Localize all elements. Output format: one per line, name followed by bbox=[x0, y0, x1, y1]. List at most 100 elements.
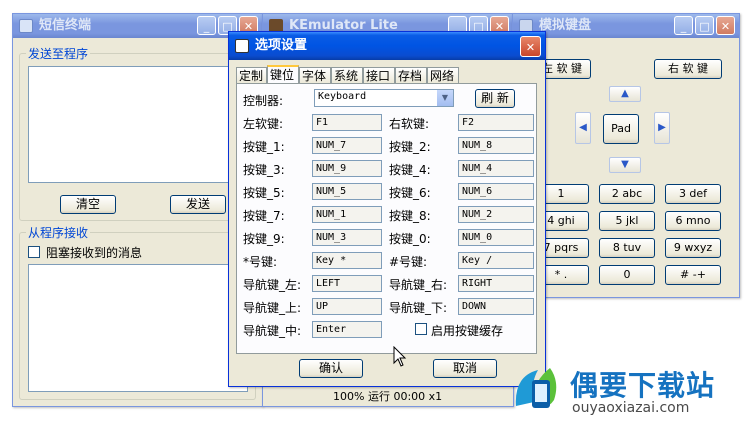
pad-center-button[interactable]: Pad bbox=[603, 114, 639, 144]
tab-save[interactable]: 存档 bbox=[395, 67, 427, 83]
chevron-right-icon: ▶ bbox=[658, 122, 666, 133]
options-window-controls: ✕ bbox=[520, 36, 541, 57]
ok-button[interactable]: 确认 bbox=[299, 359, 363, 378]
key-cache-label: 启用按键缓存 bbox=[431, 324, 504, 338]
mapping-field-key3[interactable]: NUM_9 bbox=[312, 160, 382, 177]
sms-window-title: 短信终端 bbox=[39, 18, 92, 33]
tab-interface[interactable]: 接口 bbox=[363, 67, 395, 83]
controller-select-value: Keyboard bbox=[318, 91, 367, 102]
mapping-field-key5[interactable]: NUM_5 bbox=[312, 183, 382, 200]
mapping-label-key1: 按键_1: bbox=[243, 140, 285, 154]
options-dialog-title: 选项设置 bbox=[255, 38, 308, 53]
mapping-field-key4[interactable]: NUM_4 bbox=[458, 160, 534, 177]
key-9[interactable]: 9 wxyz bbox=[665, 238, 721, 258]
mapping-label-hash: #号键: bbox=[389, 255, 428, 269]
key-2[interactable]: 2 abc bbox=[599, 184, 655, 204]
key-cache-checkbox[interactable] bbox=[415, 323, 427, 335]
nav-left-button[interactable]: ◀ bbox=[575, 112, 591, 144]
minimize-icon[interactable]: _ bbox=[674, 16, 693, 35]
nav-right-button[interactable]: ▶ bbox=[654, 112, 670, 144]
mapping-label-key2: 按键_2: bbox=[389, 140, 431, 154]
mapping-field-star[interactable]: Key * bbox=[312, 252, 382, 269]
mapping-field-nav-right[interactable]: RIGHT bbox=[458, 275, 534, 292]
key-3[interactable]: 3 def bbox=[665, 184, 721, 204]
controller-select[interactable]: Keyboard ▼ bbox=[314, 89, 454, 107]
mapping-field-right-soft[interactable]: F2 bbox=[458, 114, 534, 131]
mapping-field-nav-up[interactable]: UP bbox=[312, 298, 382, 315]
receive-text-area[interactable] bbox=[28, 264, 248, 392]
mapping-field-key8[interactable]: NUM_2 bbox=[458, 206, 534, 223]
mouse-cursor-icon bbox=[393, 346, 407, 367]
mapping-label-nav-right: 导航键_右: bbox=[389, 278, 448, 292]
chevron-left-icon: ◀ bbox=[579, 122, 587, 133]
minimize-icon[interactable]: _ bbox=[197, 16, 216, 35]
mapping-label-key7: 按键_7: bbox=[243, 209, 285, 223]
key-0[interactable]: 0 bbox=[599, 265, 655, 285]
watermark: 偶要下载站 ouyaoxiazai.com bbox=[510, 358, 750, 422]
mapping-label-key3: 按键_3: bbox=[243, 163, 285, 177]
mapping-label-nav-down: 导航键_下: bbox=[389, 301, 448, 315]
mapping-field-nav-left[interactable]: LEFT bbox=[312, 275, 382, 292]
mapping-label-nav-up: 导航键_上: bbox=[243, 301, 302, 315]
key-5[interactable]: 5 jkl bbox=[599, 211, 655, 231]
mapping-field-key6[interactable]: NUM_6 bbox=[458, 183, 534, 200]
key-6[interactable]: 6 mno bbox=[665, 211, 721, 231]
mapping-label-key6: 按键_6: bbox=[389, 186, 431, 200]
mapping-field-left-soft[interactable]: F1 bbox=[312, 114, 382, 131]
mapping-field-key9[interactable]: NUM_3 bbox=[312, 229, 382, 246]
nav-down-button[interactable]: ▼ bbox=[609, 157, 641, 173]
watermark-brand: 偶要下载站 bbox=[570, 369, 716, 402]
key-8[interactable]: 8 tuv bbox=[599, 238, 655, 258]
key-hash[interactable]: # -+ bbox=[665, 265, 721, 285]
nav-up-button[interactable]: ▲ bbox=[609, 86, 641, 102]
send-group: 发送至程序 清空 发送 bbox=[19, 45, 256, 221]
maximize-icon[interactable]: □ bbox=[695, 16, 714, 35]
options-titlebar[interactable]: 选项设置 bbox=[229, 32, 545, 60]
mapping-field-key2[interactable]: NUM_8 bbox=[458, 137, 534, 154]
tab-custom[interactable]: 定制 bbox=[236, 67, 267, 83]
keyboard-window-title: 模拟键盘 bbox=[539, 18, 592, 33]
sms-terminal-window: 短信终端 _ □ ✕ 发送至程序 清空 发送 从程序接收 阻塞接收到的消息 bbox=[12, 13, 263, 407]
keyboard-window-controls: _ □ ✕ bbox=[674, 16, 735, 35]
mapping-field-key0[interactable]: NUM_0 bbox=[458, 229, 534, 246]
clear-button[interactable]: 清空 bbox=[60, 195, 116, 214]
tab-network[interactable]: 网络 bbox=[427, 67, 459, 83]
close-icon[interactable]: ✕ bbox=[520, 36, 541, 57]
right-soft-key-button[interactable]: 右 软 键 bbox=[654, 59, 722, 79]
tab-system[interactable]: 系统 bbox=[331, 67, 363, 83]
mapping-field-key7[interactable]: NUM_1 bbox=[312, 206, 382, 223]
mapping-field-nav-center[interactable]: Enter bbox=[312, 321, 382, 338]
tab-font[interactable]: 字体 bbox=[299, 67, 331, 83]
block-messages-label: 阻塞接收到的消息 bbox=[46, 246, 143, 260]
send-text-area[interactable] bbox=[28, 66, 248, 183]
mapping-label-key4: 按键_4: bbox=[389, 163, 431, 177]
mapping-label-right-soft: 右软键: bbox=[389, 117, 430, 131]
mapping-field-hash[interactable]: Key / bbox=[458, 252, 534, 269]
options-tab-strip: 定制 键位 字体 系统 接口 存档 网络 bbox=[236, 65, 536, 84]
mapping-label-key8: 按键_8: bbox=[389, 209, 431, 223]
mapping-label-star: *号键: bbox=[243, 255, 278, 269]
mapping-label-key5: 按键_5: bbox=[243, 186, 285, 200]
mapping-field-key1[interactable]: NUM_7 bbox=[312, 137, 382, 154]
chevron-up-icon: ▲ bbox=[621, 88, 629, 99]
receive-group-label: 从程序接收 bbox=[26, 224, 91, 241]
sms-app-icon bbox=[19, 19, 33, 33]
mapping-label-key9: 按键_9: bbox=[243, 232, 285, 246]
emulator-status-text: 100% 运行 00:00 x1 bbox=[333, 390, 443, 403]
tab-keymap[interactable]: 键位 bbox=[267, 65, 299, 84]
receive-group: 从程序接收 阻塞接收到的消息 bbox=[19, 224, 256, 400]
options-app-icon bbox=[235, 39, 249, 53]
refresh-button[interactable]: 刷 新 bbox=[475, 89, 515, 108]
mapping-field-nav-down[interactable]: DOWN bbox=[458, 298, 534, 315]
mapping-label-left-soft: 左软键: bbox=[243, 117, 284, 131]
close-icon[interactable]: ✕ bbox=[716, 16, 735, 35]
block-messages-checkbox[interactable] bbox=[28, 246, 40, 258]
send-button[interactable]: 发送 bbox=[170, 195, 226, 214]
chevron-down-icon[interactable]: ▼ bbox=[437, 90, 453, 106]
watermark-url: ouyaoxiazai.com bbox=[572, 400, 690, 416]
send-group-label: 发送至程序 bbox=[26, 45, 91, 62]
controller-label: 控制器: bbox=[243, 94, 284, 108]
cancel-button[interactable]: 取消 bbox=[433, 359, 497, 378]
options-dialog: 选项设置 ✕ 定制 键位 字体 系统 接口 存档 网络 控制器: Keyboar… bbox=[228, 31, 546, 387]
chevron-down-icon: ▼ bbox=[621, 159, 629, 170]
